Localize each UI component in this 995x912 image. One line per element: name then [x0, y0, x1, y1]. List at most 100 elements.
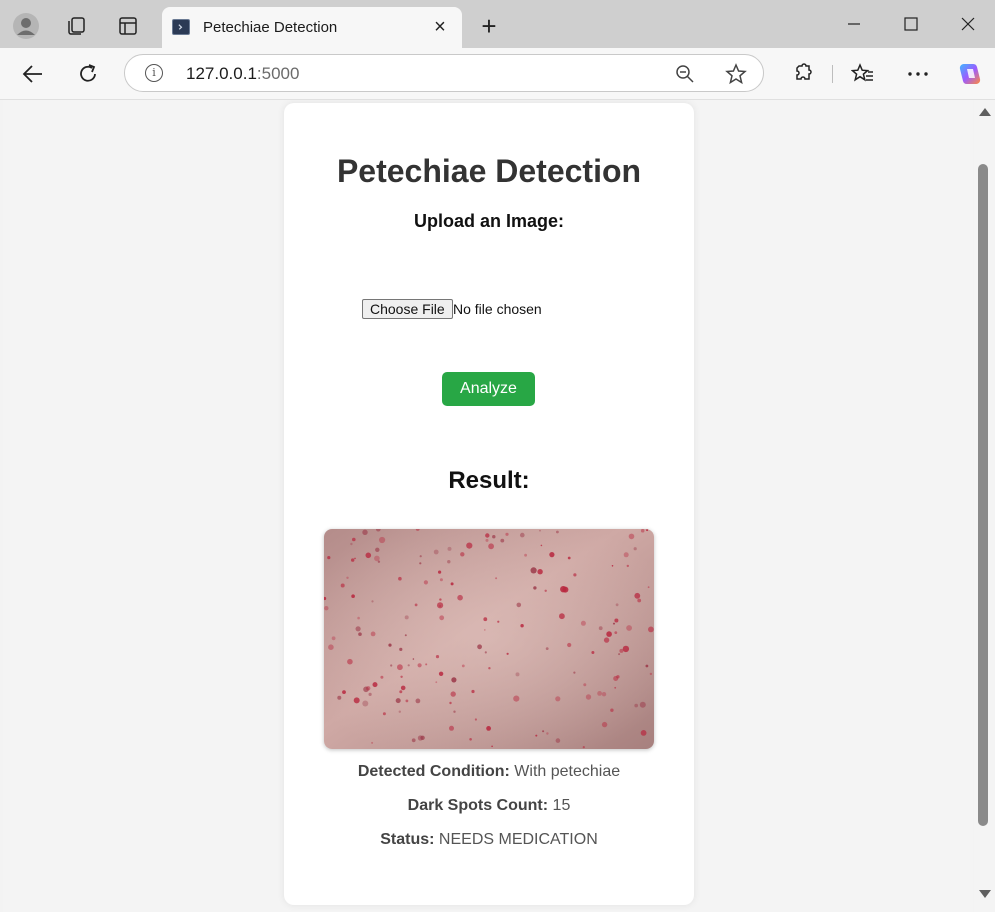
petechia-spot — [533, 586, 537, 590]
petechia-spot — [328, 644, 334, 650]
petechia-spot — [447, 546, 452, 551]
petechia-spot — [495, 577, 498, 580]
petechia-spot — [419, 562, 422, 565]
petechia-spot — [486, 726, 491, 731]
petechia-spot — [601, 692, 607, 697]
petechia-spot — [400, 685, 406, 691]
petechia-spot — [601, 721, 608, 728]
petechia-spot — [347, 658, 353, 665]
petechia-spot — [515, 672, 520, 677]
active-tab[interactable]: Petechiae Detection × — [162, 7, 462, 48]
scroll-up-arrow-icon[interactable] — [979, 108, 991, 116]
back-icon[interactable] — [18, 59, 48, 89]
petechia-spot — [331, 636, 336, 641]
petechia-spot — [340, 583, 345, 588]
petechia-spot — [610, 708, 614, 712]
no-file-chosen-text: No file chosen — [453, 301, 542, 317]
petechia-spot — [560, 586, 567, 593]
petechia-spot — [483, 617, 488, 622]
petechia-spot — [513, 695, 520, 702]
petechia-spot — [366, 686, 371, 691]
petechia-spot — [404, 615, 409, 620]
petechia-spot — [611, 565, 614, 567]
petechia-spot — [451, 677, 457, 683]
petechia-spot — [539, 529, 541, 532]
petechia-spot — [425, 663, 428, 666]
tab-close-button[interactable]: × — [428, 15, 452, 39]
petechia-spot — [355, 626, 361, 632]
extensions-icon[interactable] — [787, 59, 817, 89]
petechia-spot — [404, 634, 407, 637]
petechia-spot — [520, 624, 524, 628]
petechia-spot — [439, 615, 445, 621]
petechia-spot — [368, 692, 372, 696]
petechia-spot — [412, 658, 415, 660]
choose-file-button[interactable]: Choose File — [362, 299, 453, 319]
zoom-out-icon[interactable] — [674, 63, 696, 85]
petechia-spot — [461, 664, 465, 668]
petechia-spot — [485, 533, 490, 538]
petechia-spot — [491, 745, 493, 748]
address-bar[interactable]: i 127.0.0.1:5000 — [124, 54, 764, 92]
petechia-spot — [474, 718, 477, 721]
close-window-icon[interactable] — [954, 12, 982, 36]
copilot-icon[interactable] — [955, 59, 985, 89]
petechia-spot — [365, 552, 372, 559]
petechia-spot — [614, 686, 617, 689]
url-host: 127.0.0.1 — [186, 64, 257, 83]
status-label: Status: — [380, 831, 435, 848]
petechia-spot — [353, 697, 360, 704]
petechia-spot — [449, 701, 452, 705]
petechia-spot — [613, 622, 615, 625]
workspaces-icon[interactable] — [62, 12, 90, 40]
favorites-icon[interactable] — [848, 59, 878, 89]
petechia-spot — [375, 547, 380, 552]
petechia-spot — [633, 547, 637, 551]
petechia-spot — [497, 620, 500, 623]
petechia-spot — [352, 537, 356, 542]
petechia-spot — [435, 681, 438, 684]
petechia-spot — [567, 556, 571, 560]
petechia-spot — [598, 626, 603, 631]
petechia-spot — [555, 696, 561, 702]
petechia-spot — [405, 699, 409, 703]
petechia-spot — [371, 600, 374, 603]
petechia-spot — [573, 573, 577, 577]
petechia-spot — [450, 691, 456, 697]
result-skin-image — [324, 529, 654, 749]
petechia-spot — [400, 675, 403, 678]
scroll-down-arrow-icon[interactable] — [979, 890, 991, 898]
profile-icon[interactable] — [12, 12, 40, 40]
minimize-icon[interactable] — [840, 12, 868, 36]
favorite-star-icon[interactable] — [725, 63, 747, 85]
petechia-spot — [435, 655, 440, 659]
status-value: NEEDS MEDICATION — [438, 831, 598, 848]
refresh-icon[interactable] — [73, 59, 103, 89]
tab-actions-icon[interactable] — [114, 12, 142, 40]
more-icon[interactable] — [903, 59, 933, 89]
analyze-button[interactable]: Analyze — [442, 372, 535, 406]
petechia-spot — [395, 698, 401, 704]
detected-condition-value: With petechiae — [514, 763, 621, 780]
info-icon[interactable]: i — [145, 64, 163, 82]
dark-spots-line: Dark Spots Count: 15 — [284, 797, 694, 815]
title-bar: Petechiae Detection × + — [0, 0, 995, 48]
url-text[interactable]: 127.0.0.1:5000 — [186, 64, 299, 84]
petechia-spot — [439, 598, 442, 601]
petechia-spot — [623, 552, 629, 558]
petechia-spot — [573, 671, 576, 674]
petechia-spot — [460, 552, 465, 557]
result-heading: Result: — [448, 467, 530, 494]
scroll-thumb[interactable] — [978, 164, 988, 826]
maximize-icon[interactable] — [897, 12, 925, 36]
vertical-scrollbar[interactable] — [974, 100, 995, 912]
petechia-spot — [524, 553, 527, 557]
petechia-spot — [485, 538, 489, 542]
petechia-spot — [477, 644, 482, 650]
petechia-spot — [447, 560, 451, 564]
petechia-spot — [640, 730, 647, 736]
toolbar-separator — [832, 65, 833, 83]
petechia-spot — [382, 712, 386, 716]
petechia-spot — [407, 664, 410, 667]
new-tab-button[interactable]: + — [476, 13, 502, 40]
